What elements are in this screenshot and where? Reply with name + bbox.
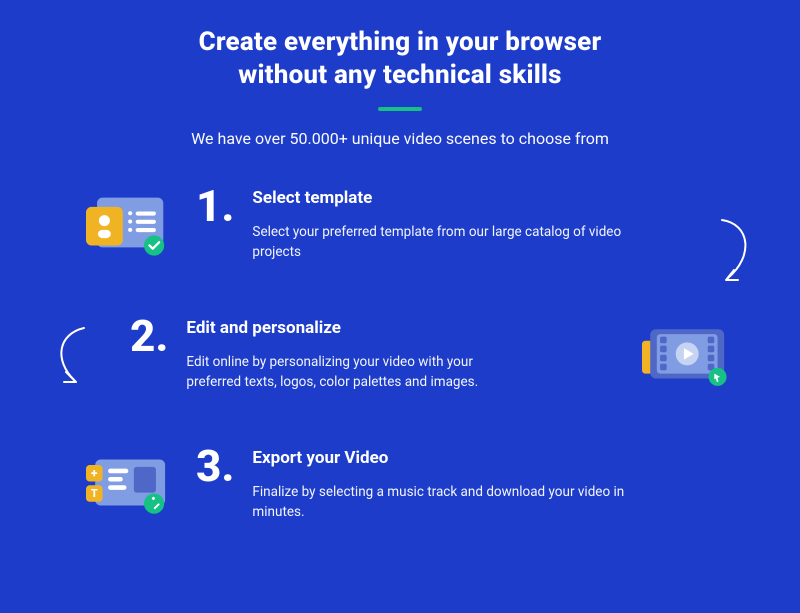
template-card-icon	[86, 188, 178, 268]
export-card-icon: + T	[86, 448, 178, 528]
page-title: Create everything in your browser withou…	[40, 26, 760, 91]
step-3: + T 3. Export your Video Finalize by sel…	[56, 448, 744, 528]
title-divider	[378, 107, 422, 111]
step-1-desc: Select your preferred template from our …	[252, 222, 642, 263]
step-2-title: Edit and personalize	[186, 318, 526, 338]
step-2: 2. Edit and personalize Edit online by p…	[56, 318, 744, 398]
svg-text:+: +	[91, 466, 98, 480]
page-subtitle: We have over 50.000+ unique video scenes…	[40, 129, 760, 148]
arrow-right-icon	[712, 216, 756, 292]
step-1: 1. Select template Select your preferred…	[56, 188, 744, 268]
arrow-left-icon	[52, 324, 92, 394]
step-1-title: Select template	[252, 188, 744, 208]
step-3-desc: Finalize by selecting a music track and …	[252, 482, 642, 523]
video-player-icon	[642, 318, 734, 398]
step-3-title: Export your Video	[252, 448, 744, 468]
step-2-desc: Edit online by personalizing your video …	[186, 352, 526, 393]
step-number-2: 2.	[130, 314, 168, 358]
svg-text:T: T	[91, 487, 98, 500]
step-number-1: 1.	[196, 184, 234, 228]
step-number-3: 3.	[196, 444, 234, 488]
